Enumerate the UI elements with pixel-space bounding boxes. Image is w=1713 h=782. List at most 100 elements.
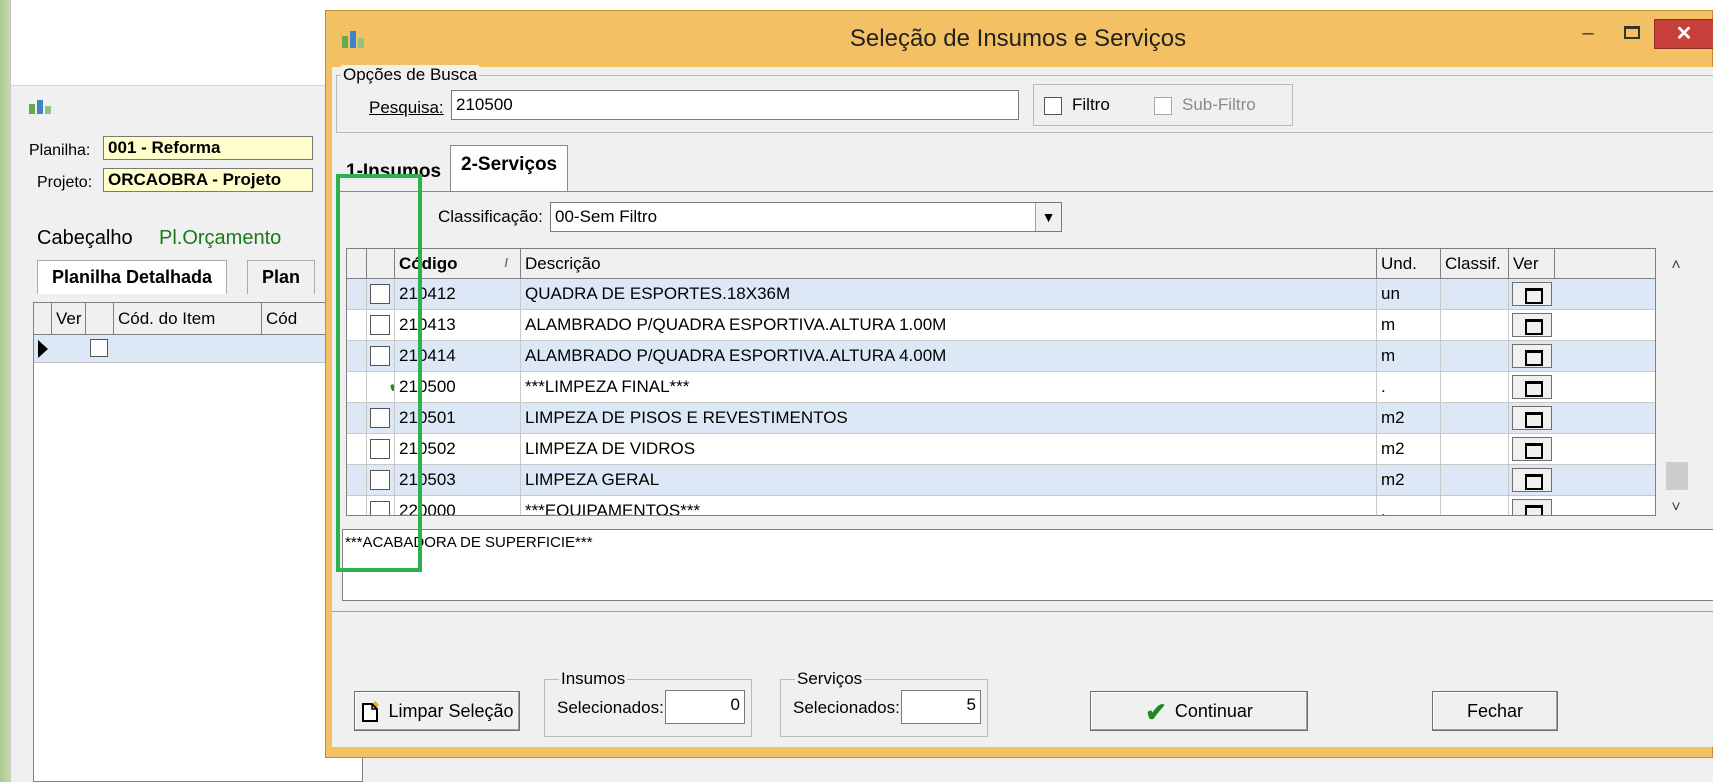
ver-button[interactable] — [1512, 468, 1552, 492]
cell-classif — [1441, 310, 1509, 340]
continuar-button[interactable]: ✔ Continuar — [1090, 691, 1308, 731]
grid-row[interactable]: 210503 LIMPEZA GERAL m2 — [347, 465, 1655, 496]
close-button[interactable]: ✕ — [1654, 19, 1713, 49]
description-memo[interactable]: ***ACABADORA DE SUPERFICIE*** — [342, 529, 1713, 601]
grid-indicator-header — [34, 303, 52, 334]
planilha-field[interactable]: 001 - Reforma — [103, 136, 313, 160]
row-pointer-icon — [38, 340, 48, 358]
cell-descricao: ***LIMPEZA FINAL*** — [521, 372, 1377, 402]
sort-icon: / — [504, 256, 508, 270]
insumos-selecionados-label: Selecionados: — [557, 698, 664, 717]
cell-classif — [1441, 372, 1509, 402]
ver-button[interactable] — [1512, 437, 1552, 461]
tab-cabecalho[interactable]: Cabeçalho — [33, 224, 137, 254]
grid-scrollbar[interactable]: ˄ ˅ — [1662, 252, 1690, 522]
grid-row[interactable]: 210413 ALAMBRADO P/QUADRA ESPORTIVA.ALTUR… — [347, 310, 1655, 341]
insumos-count: 0 — [665, 690, 745, 724]
subtab-plan[interactable]: Plan — [247, 260, 316, 294]
filter-options-box: Filtro Sub-Filtro — [1033, 84, 1293, 126]
classificacao-label: Classificação: — [438, 207, 543, 226]
ver-button[interactable] — [1512, 499, 1552, 515]
cell-classif — [1441, 496, 1509, 515]
planilha-label: Planilha: — [29, 142, 91, 159]
continuar-label: Continuar — [1174, 701, 1253, 721]
dialog-titlebar[interactable]: Seleção de Insumos e Serviços – ✕ — [326, 11, 1713, 67]
projeto-field[interactable]: ORCAOBRA - Projeto — [103, 168, 313, 192]
cell-descricao: ALAMBRADO P/QUADRA ESPORTIVA.ALTURA 4.00… — [521, 341, 1377, 371]
grid-row[interactable]: ✓210500***LIMPEZA FINAL***. — [347, 372, 1655, 403]
insumos-count-group: Insumos Selecionados: 0 — [544, 669, 752, 737]
search-options-group: Opções de Busca Pesquisa: 210500 Filtro … — [336, 65, 1713, 133]
header-ver[interactable]: Ver — [1509, 249, 1555, 278]
search-options-legend: Opções de Busca — [341, 65, 480, 85]
header-ver: Ver — [52, 303, 86, 334]
ver-button[interactable] — [1512, 344, 1552, 368]
cell-descricao: ***EQUIPAMENTOS*** — [521, 496, 1377, 515]
ver-button[interactable] — [1512, 313, 1552, 337]
fechar-button[interactable]: Fechar — [1432, 691, 1558, 731]
header-classif[interactable]: Classif. — [1441, 249, 1509, 278]
bottom-divider — [332, 611, 1713, 612]
pesquisa-label: Pesquisa: — [369, 98, 444, 117]
insumos-legend: Insumos — [559, 669, 628, 689]
grid-row[interactable]: 210501 LIMPEZA DE PISOS E REVESTIMENTOS m2 — [347, 403, 1655, 434]
servicos-legend: Serviços — [795, 669, 865, 689]
background-grid: Ver Cód. do Item Cód — [33, 302, 363, 782]
cell-und: un — [1377, 279, 1441, 309]
subfiltro-label: Sub-Filtro — [1182, 95, 1256, 114]
cell-und: . — [1377, 496, 1441, 515]
scroll-down-icon[interactable]: ˅ — [1662, 494, 1690, 522]
maximize-icon — [1624, 26, 1640, 39]
grid-row[interactable]: 220000 ***EQUIPAMENTOS***. — [347, 496, 1655, 515]
scroll-thumb[interactable] — [1666, 462, 1688, 490]
checkmark-icon: ✔ — [1145, 697, 1167, 728]
scroll-up-icon[interactable]: ˄ — [1662, 252, 1690, 280]
cell-und: m2 — [1377, 434, 1441, 464]
limpar-label: Limpar Seleção — [388, 701, 514, 721]
chevron-down-icon[interactable]: ▼ — [1035, 203, 1061, 231]
tab-servicos[interactable]: 2-Serviços — [450, 145, 569, 193]
cell-descricao: LIMPEZA DE VIDROS — [521, 434, 1377, 464]
cell-classif — [1441, 403, 1509, 433]
cell-und: m — [1377, 341, 1441, 371]
cell-classif — [1441, 434, 1509, 464]
cell-classif — [1441, 279, 1509, 309]
grid-row[interactable]: 210412 QUADRA DE ESPORTES.18X36M un — [347, 279, 1655, 310]
cell-descricao: QUADRA DE ESPORTES.18X36M — [521, 279, 1377, 309]
limpar-selecao-button[interactable]: Limpar Seleção — [354, 691, 520, 731]
subfiltro-checkbox — [1154, 95, 1172, 115]
cell-und: m — [1377, 310, 1441, 340]
selection-highlight-box — [336, 174, 422, 572]
cell-und: . — [1377, 372, 1441, 402]
header-und[interactable]: Und. — [1377, 249, 1441, 278]
servicos-selecionados-label: Selecionados: — [793, 698, 900, 717]
cell-classif — [1441, 465, 1509, 495]
close-icon: ✕ — [1675, 23, 1693, 45]
classificacao-select[interactable]: 00-Sem Filtro ▼ — [550, 202, 1062, 232]
ver-button[interactable] — [1512, 406, 1552, 430]
ver-button[interactable] — [1512, 375, 1552, 399]
grid-row[interactable]: 210414 ALAMBRADO P/QUADRA ESPORTIVA.ALTUR… — [347, 341, 1655, 372]
servicos-count-group: Serviços Selecionados: 5 — [780, 669, 988, 737]
filtro-checkbox[interactable] — [1044, 95, 1062, 115]
header-check — [86, 303, 114, 334]
cell-und: m2 — [1377, 465, 1441, 495]
header-descricao[interactable]: Descrição — [521, 249, 1377, 278]
ver-button[interactable] — [1512, 282, 1552, 306]
background-grid-row[interactable] — [34, 335, 362, 363]
tab-pl-orcamento[interactable]: Pl.Orçamento — [155, 224, 285, 254]
classificacao-value: 00-Sem Filtro — [555, 207, 658, 226]
cell-classif — [1441, 341, 1509, 371]
row-checkbox[interactable] — [90, 339, 108, 357]
maximize-button[interactable] — [1610, 19, 1654, 49]
cell-und: m2 — [1377, 403, 1441, 433]
selection-dialog: Seleção de Insumos e Serviços – ✕ Opções… — [325, 10, 1713, 758]
pesquisa-input[interactable]: 210500 — [451, 90, 1019, 120]
grid-row[interactable]: 210502 LIMPEZA DE VIDROS m2 — [347, 434, 1655, 465]
subtab-planilha-detalhada[interactable]: Planilha Detalhada — [37, 260, 228, 294]
cell-descricao: LIMPEZA DE PISOS E REVESTIMENTOS — [521, 403, 1377, 433]
minimize-button[interactable]: – — [1566, 19, 1610, 49]
dialog-title: Seleção de Insumos e Serviços — [849, 25, 1187, 52]
clear-page-icon — [362, 701, 380, 723]
projeto-label: Projeto: — [37, 174, 93, 191]
